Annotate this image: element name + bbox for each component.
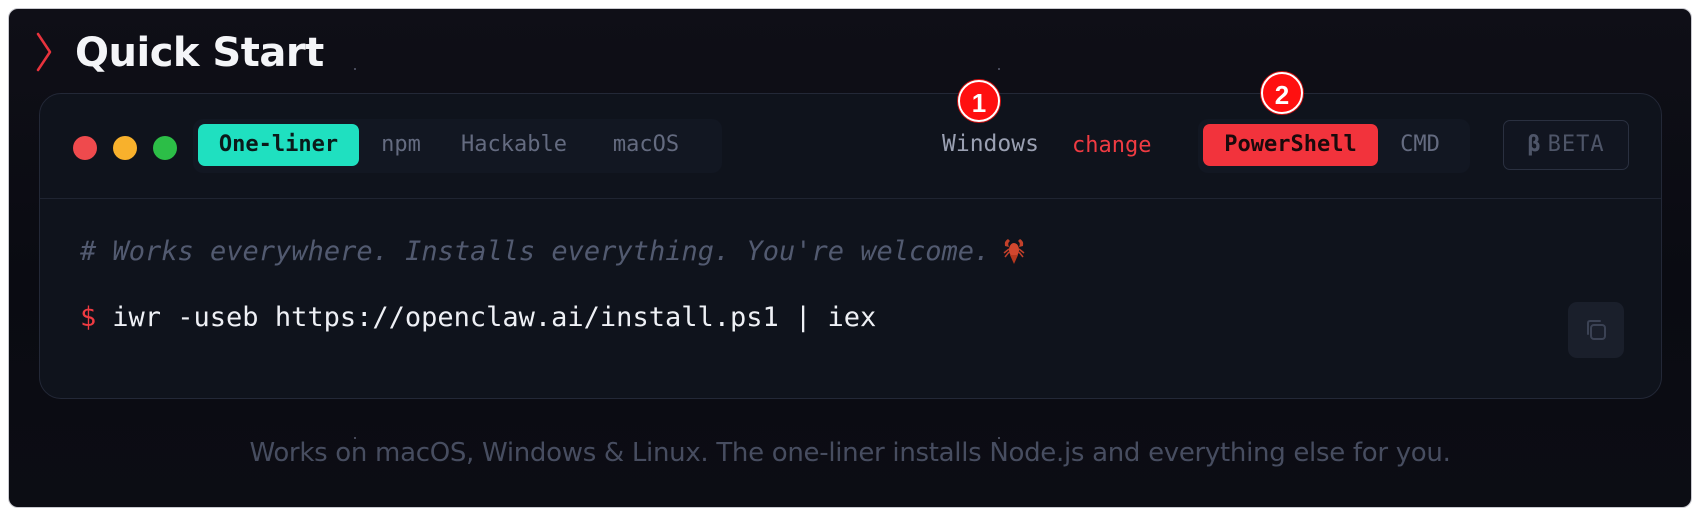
window-maximize-dot <box>153 136 177 160</box>
install-method-tabs: One-liner npm Hackable macOS <box>193 119 722 173</box>
copy-button[interactable] <box>1568 302 1624 358</box>
tab-npm[interactable]: npm <box>369 124 433 166</box>
chevron-right-icon <box>32 30 62 74</box>
lobster-icon <box>1000 235 1028 265</box>
annotation-badge-1: 1 <box>958 80 1000 122</box>
section-title: Quick Start <box>75 30 324 76</box>
background-dot <box>354 68 356 70</box>
code-comment-text: # Works everywhere. Installs everything.… <box>80 236 991 267</box>
detected-os-label: Windows <box>942 131 1039 157</box>
change-os-link[interactable]: change <box>1072 126 1151 166</box>
beta-label: BETA <box>1547 132 1605 157</box>
beta-icon: β <box>1527 132 1542 157</box>
background-dot <box>998 68 1000 70</box>
terminal-window: One-liner npm Hackable macOS Windows cha… <box>39 93 1662 399</box>
window-close-dot <box>73 136 97 160</box>
annotation-badge-2: 2 <box>1261 72 1303 114</box>
install-command[interactable]: iwr -useb https://openclaw.ai/install.ps… <box>112 302 876 333</box>
shell-prompt: $ <box>80 302 97 333</box>
code-comment: # Works everywhere. Installs everything.… <box>80 232 1028 272</box>
terminal-header: One-liner npm Hackable macOS Windows cha… <box>40 94 1661 199</box>
tab-macos[interactable]: macOS <box>593 124 699 166</box>
shell-tabs: PowerShell CMD <box>1198 119 1470 173</box>
tab-hackable[interactable]: Hackable <box>447 124 581 166</box>
window-minimize-dot <box>113 136 137 160</box>
tab-one-liner[interactable]: One-liner <box>198 124 359 166</box>
tab-cmd[interactable]: CMD <box>1388 124 1452 166</box>
tab-powershell[interactable]: PowerShell <box>1203 124 1378 166</box>
copy-icon <box>1587 320 1606 340</box>
command-line: $ iwr -useb https://openclaw.ai/install.p… <box>80 298 876 338</box>
beta-button[interactable]: β BETA <box>1503 120 1629 170</box>
footer-note: Works on macOS, Windows & Linux. The one… <box>249 438 1451 468</box>
